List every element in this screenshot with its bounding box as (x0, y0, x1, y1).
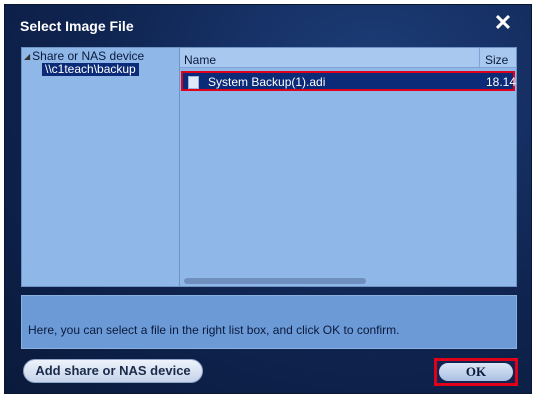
ok-button-highlight: OK (434, 358, 518, 386)
column-header-name[interactable]: Name (184, 53, 216, 67)
tree-expand-icon[interactable]: ◢ (24, 52, 30, 61)
select-image-file-dialog: Select Image File ✕ ◢ Share or NAS device… (4, 4, 532, 394)
file-row[interactable]: System Backup(1).adi 18.14 (181, 71, 517, 91)
tree-root-label: Share or NAS device (32, 49, 145, 63)
ok-button[interactable]: OK (439, 363, 513, 381)
file-name: System Backup(1).adi (208, 75, 326, 89)
location-tree[interactable]: ◢ Share or NAS device \\c1teach\backup (21, 47, 180, 287)
column-divider[interactable] (479, 48, 480, 68)
horizontal-scrollbar[interactable] (184, 278, 366, 284)
info-text: Here, you can select a file in the right… (28, 323, 400, 337)
close-icon[interactable]: ✕ (491, 11, 515, 35)
column-header-size[interactable]: Size (485, 53, 508, 67)
info-panel: Here, you can select a file in the right… (21, 295, 517, 349)
tree-item-backup[interactable]: \\c1teach\backup (42, 63, 139, 76)
tree-root-item[interactable]: ◢ Share or NAS device (24, 49, 144, 63)
add-share-button[interactable]: Add share or NAS device (23, 359, 203, 383)
file-icon (188, 76, 199, 89)
file-list[interactable]: Name Size System Backup(1).adi 18.14 (179, 47, 517, 287)
dialog-title: Select Image File (20, 18, 134, 34)
list-header: Name Size (180, 48, 516, 68)
file-size: 18.14 (486, 75, 517, 89)
